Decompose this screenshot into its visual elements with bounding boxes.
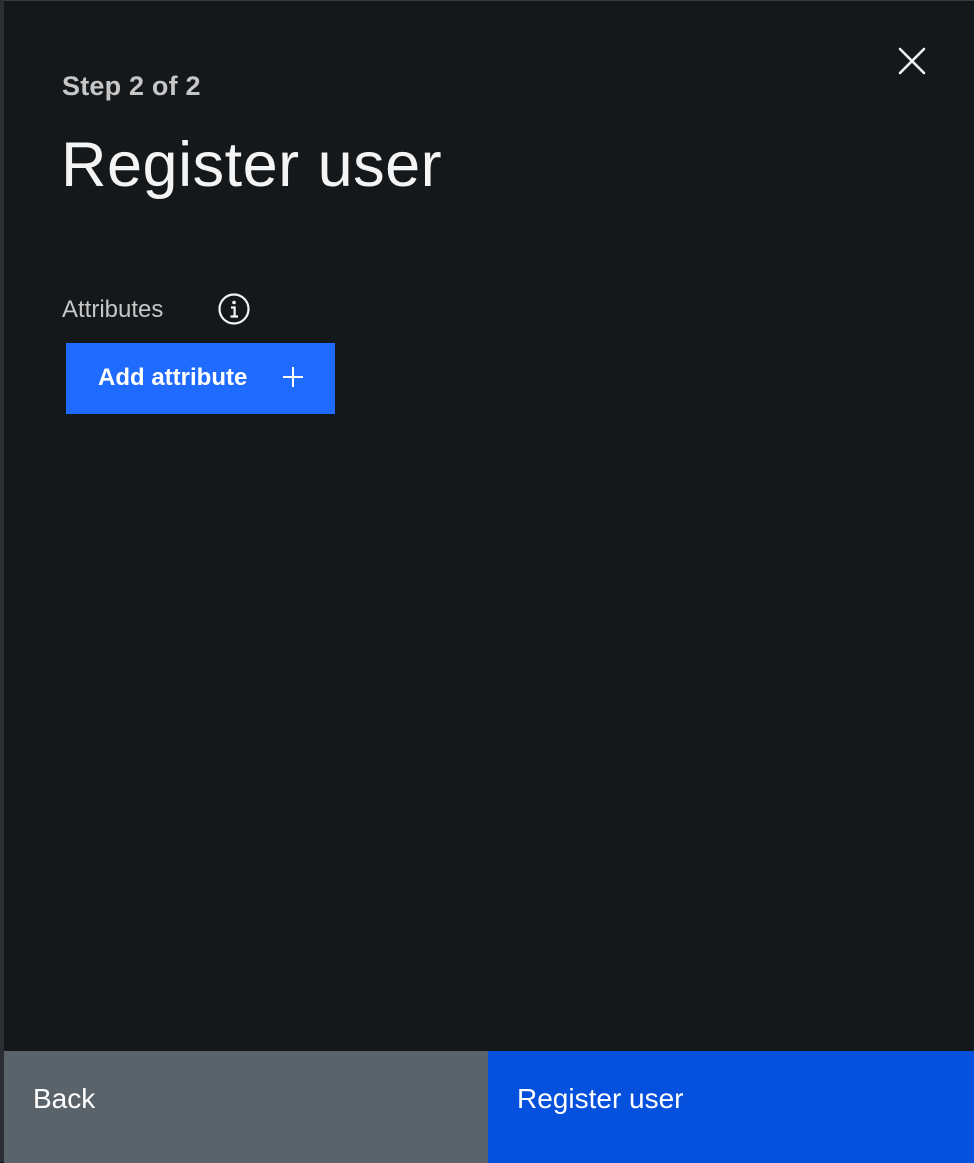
register-user-modal: Step 2 of 2 Register user Attributes Add… [4,0,974,1163]
close-icon [898,47,926,75]
step-indicator: Step 2 of 2 [62,71,201,101]
close-modal-button[interactable] [888,37,936,85]
add-attribute-button[interactable]: Add attribute [66,343,335,414]
back-button-label: Back [33,1083,96,1114]
back-button[interactable]: Back [4,1051,488,1163]
attributes-label: Attributes [62,296,164,323]
modal-footer: Back Register user [4,1051,974,1163]
modal-title: Register user [61,130,443,200]
attributes-info-button[interactable] [217,292,251,326]
register-user-button-label: Register user [517,1083,684,1114]
add-attribute-label: Add attribute [98,364,248,391]
information-icon [218,293,250,325]
plus-icon [283,367,303,387]
register-user-button[interactable]: Register user [488,1051,974,1163]
